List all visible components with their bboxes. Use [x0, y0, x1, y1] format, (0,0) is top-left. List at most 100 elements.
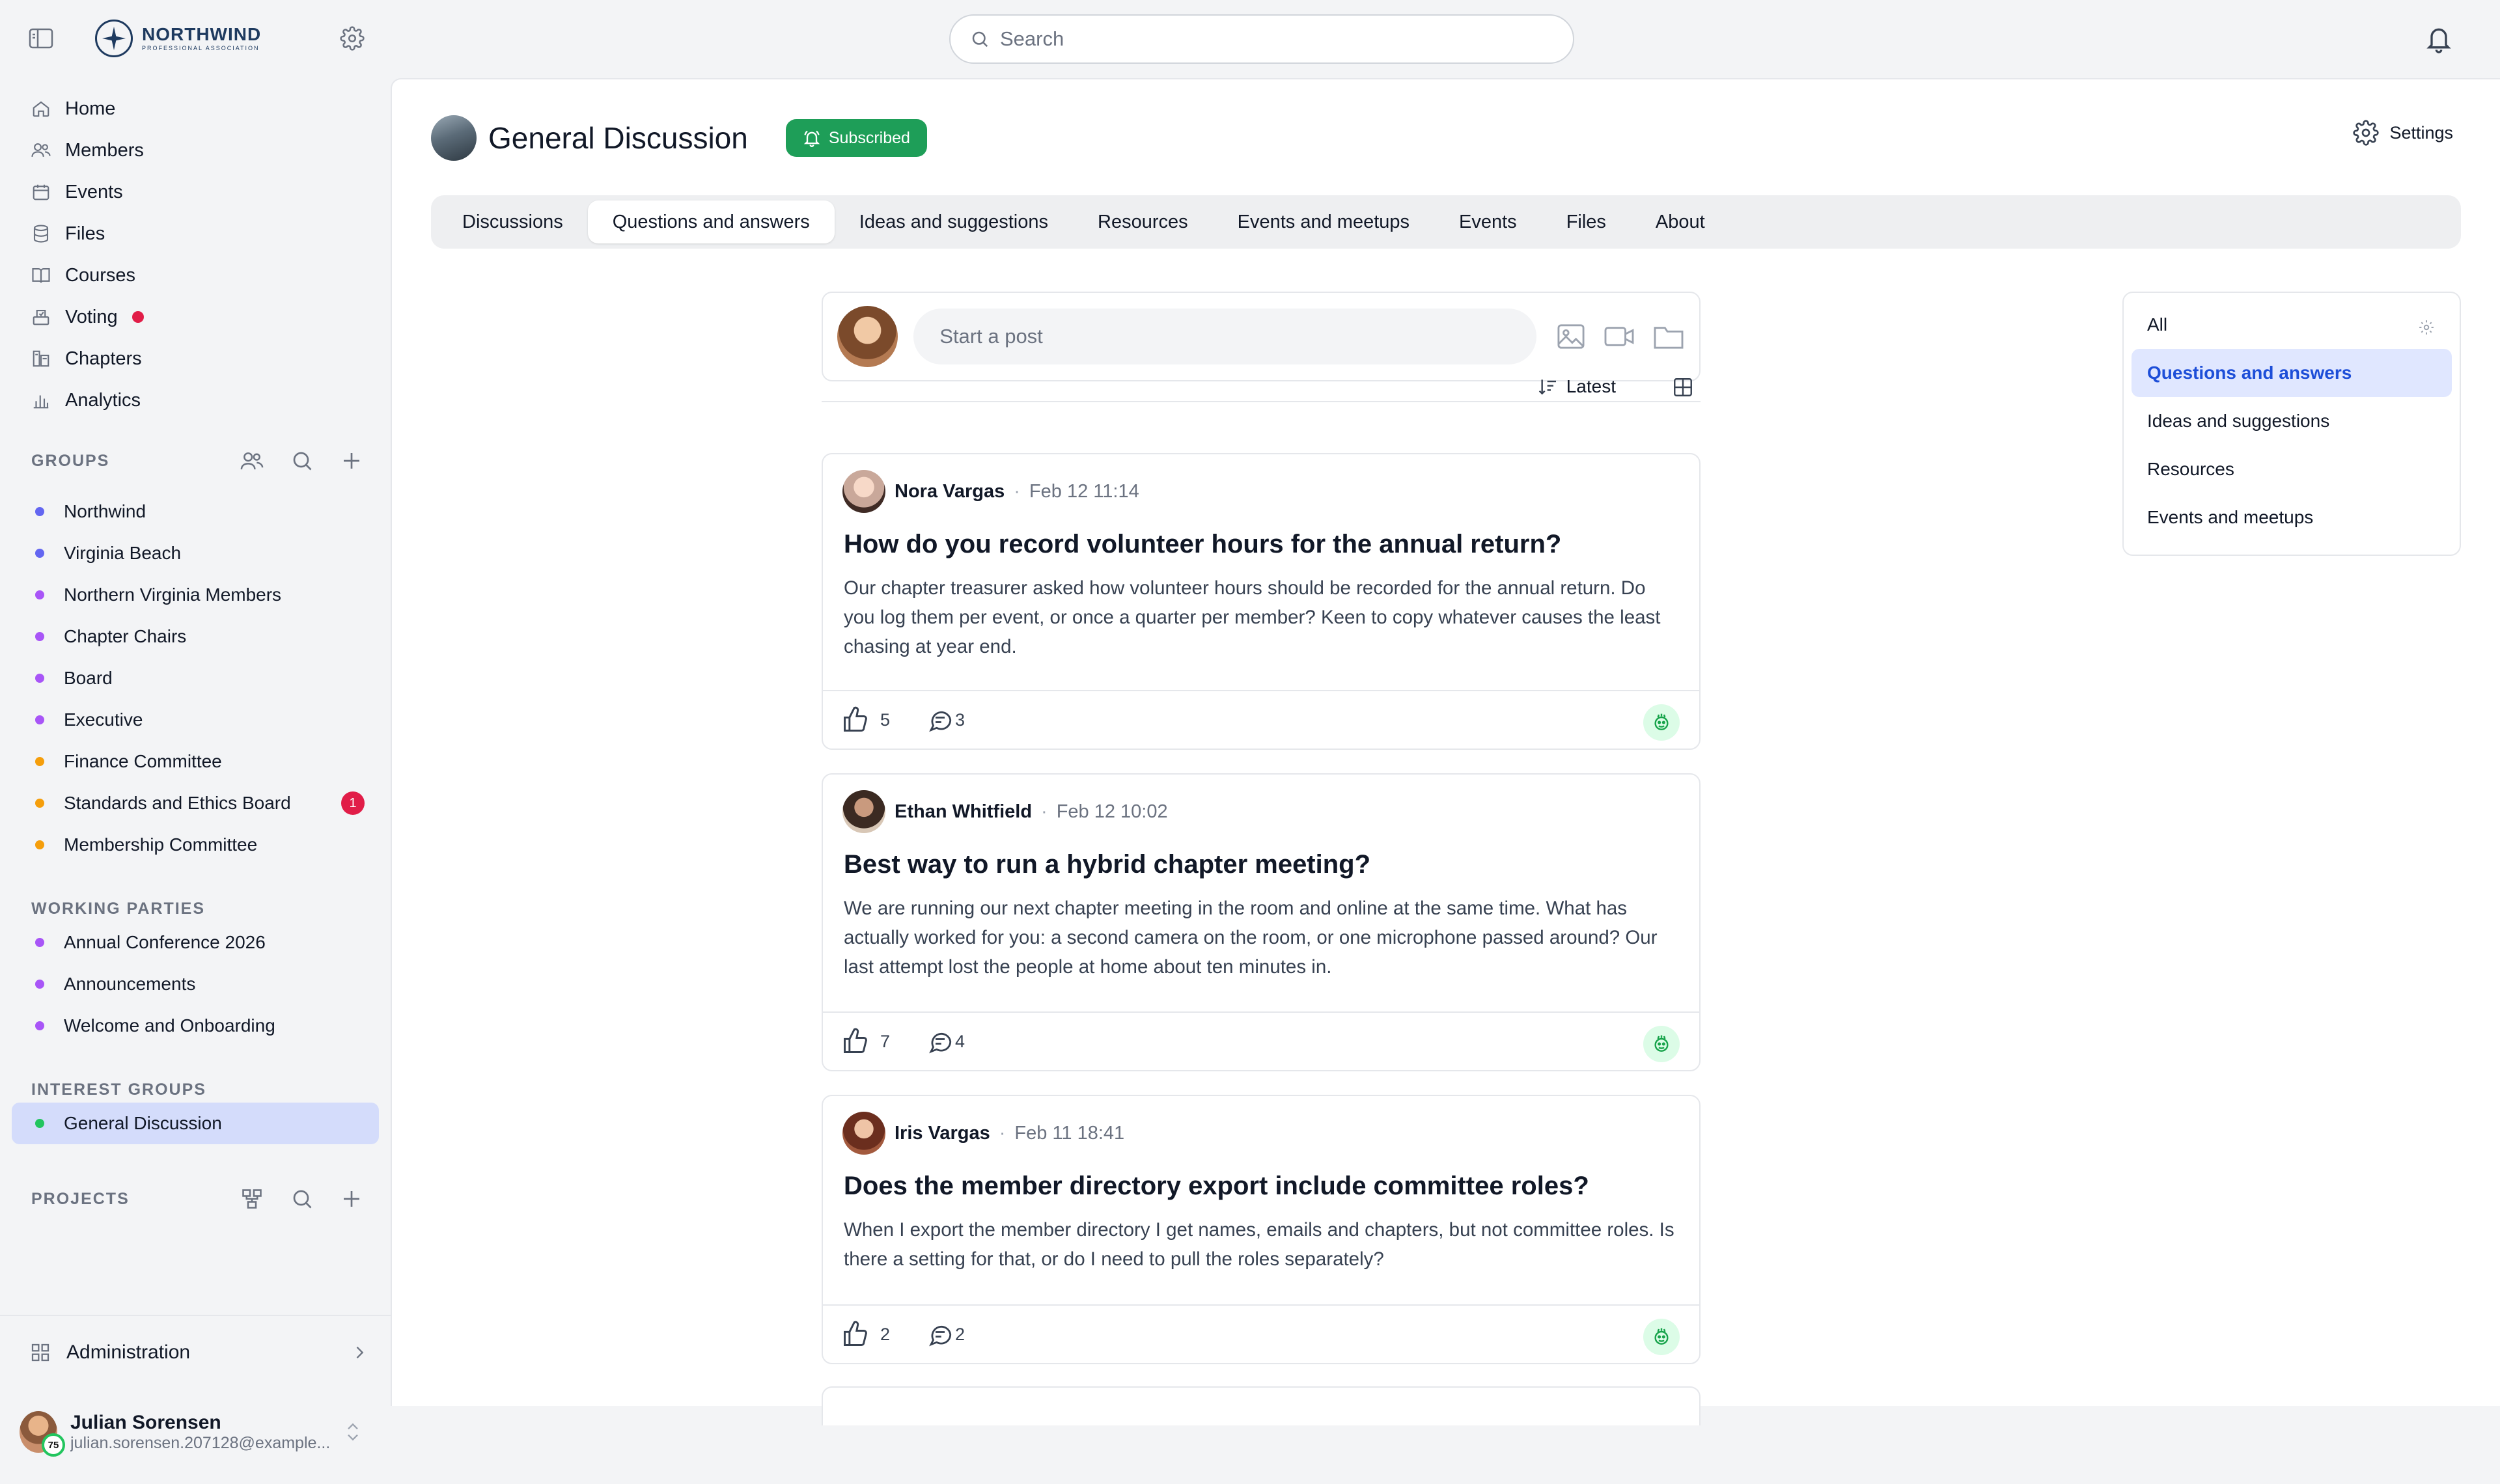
tab-events[interactable]: Events	[1434, 200, 1542, 243]
nav-label: Events	[65, 181, 123, 202]
start-post-input[interactable]: Start a post	[913, 309, 1536, 364]
top-bar: NORTHWIND PROFESSIONAL ASSOCIATION	[0, 0, 2500, 78]
group-item[interactable]: Finance Committee	[12, 741, 379, 782]
group-members-icon[interactable]	[240, 449, 264, 473]
administration-link[interactable]: Administration	[30, 1329, 368, 1376]
post-author[interactable]: Ethan Whitfield	[895, 801, 1032, 823]
notification-bell-icon[interactable]	[2424, 23, 2453, 55]
layout-grid-icon[interactable]	[1672, 376, 1694, 398]
group-item[interactable]: Standards and Ethics Board 1	[12, 782, 379, 824]
project-hierarchy-icon[interactable]	[240, 1187, 264, 1211]
user-menu[interactable]: 75 Julian Sorensen julian.sorensen.20712…	[20, 1399, 371, 1464]
group-item[interactable]: Executive	[12, 699, 379, 741]
post-card[interactable]: Nora Vargas · Feb 12 11:14 How do you re…	[822, 453, 1701, 750]
user-email: julian.sorensen.207128@example....	[70, 1433, 331, 1452]
folder-icon[interactable]	[1652, 323, 1685, 350]
group-item[interactable]: Announcements	[12, 963, 379, 1005]
thumbs-up-icon[interactable]	[841, 1027, 870, 1056]
nav-item-chapters[interactable]: Chapters	[0, 338, 391, 379]
image-icon[interactable]	[1556, 323, 1586, 350]
logo[interactable]: NORTHWIND PROFESSIONAL ASSOCIATION	[95, 20, 261, 57]
filter-label: All	[2147, 314, 2168, 335]
group-item[interactable]: Northwind	[12, 491, 379, 532]
nav-item-events[interactable]: Events	[0, 171, 391, 213]
post-author[interactable]: Nora Vargas	[895, 481, 1005, 502]
filter-item-questions-and-answers[interactable]: Questions and answers	[2132, 349, 2452, 397]
group-item[interactable]: Northern Virginia Members	[12, 574, 379, 616]
post-title[interactable]: How do you record volunteer hours for th…	[823, 513, 1699, 559]
subscribed-button[interactable]: Subscribed	[785, 119, 927, 157]
post-body: When I export the member directory I get…	[844, 1219, 1674, 1270]
tab-questions-and-answers[interactable]: Questions and answers	[587, 200, 835, 243]
add-group-icon[interactable]	[340, 449, 363, 473]
nav-label: Voting	[65, 306, 118, 327]
chevron-right-icon	[350, 1343, 368, 1362]
video-icon[interactable]	[1603, 323, 1635, 350]
search-projects-icon[interactable]	[290, 1187, 314, 1211]
sidebar-toggle-icon[interactable]	[29, 27, 53, 49]
filter-item-ideas-and-suggestions[interactable]: Ideas and suggestions	[2132, 397, 2452, 445]
comment-icon[interactable]	[926, 706, 954, 734]
post-title[interactable]: Best way to run a hybrid chapter meeting…	[823, 833, 1699, 879]
post-actions: 2 2	[823, 1304, 1699, 1363]
group-label: Announcements	[64, 974, 196, 994]
tab-about[interactable]: About	[1631, 200, 1730, 243]
group-item[interactable]: Membership Committee	[12, 824, 379, 866]
tab-events-and-meetups[interactable]: Events and meetups	[1213, 200, 1434, 243]
nav-item-members[interactable]: Members	[0, 130, 391, 171]
nav-item-home[interactable]: Home	[0, 88, 391, 130]
nav-item-courses[interactable]: Courses	[0, 254, 391, 296]
group-label: Finance Committee	[64, 751, 222, 771]
post-time: Feb 12 10:02	[1056, 801, 1168, 822]
search-input[interactable]	[1000, 27, 1521, 51]
sort-icon	[1538, 376, 1559, 397]
filter-label: Questions and answers	[2147, 363, 2352, 383]
post-card[interactable]	[822, 1386, 1701, 1425]
group-item[interactable]: Chapter Chairs	[12, 616, 379, 657]
group-color-dot	[35, 549, 44, 558]
comment-count: 2	[955, 1324, 965, 1344]
group-item[interactable]: Welcome and Onboarding	[12, 1005, 379, 1047]
ai-assistant-icon[interactable]	[1643, 1026, 1680, 1062]
filter-item-events-and-meetups[interactable]: Events and meetups	[2132, 493, 2452, 542]
gear-icon[interactable]	[2418, 319, 2435, 336]
comment-icon[interactable]	[926, 1028, 954, 1055]
avatar	[842, 790, 885, 833]
nav-item-files[interactable]: Files	[0, 213, 391, 254]
settings-button[interactable]: Settings	[2353, 120, 2453, 146]
chart-icon	[30, 389, 52, 411]
thumbs-up-icon[interactable]	[841, 706, 870, 734]
thumbs-up-icon[interactable]	[841, 1320, 870, 1349]
ai-assistant-icon[interactable]	[1643, 1319, 1680, 1355]
group-item[interactable]: Virginia Beach	[12, 532, 379, 574]
gear-icon[interactable]	[340, 26, 365, 51]
post-title[interactable]: Does the member directory export include…	[823, 1155, 1699, 1201]
filter-item-resources[interactable]: Resources	[2132, 445, 2452, 493]
group-item[interactable]: Board	[12, 657, 379, 699]
avatar	[837, 306, 898, 367]
like-count: 2	[880, 1324, 891, 1344]
nav-item-analytics[interactable]: Analytics	[0, 379, 391, 421]
ai-assistant-icon[interactable]	[1643, 704, 1680, 741]
projects-heading: PROJECTS	[31, 1190, 130, 1208]
filter-item-all[interactable]: All	[2132, 301, 2452, 349]
post-card[interactable]: Ethan Whitfield · Feb 12 10:02 Best way …	[822, 773, 1701, 1071]
comment-icon[interactable]	[926, 1321, 954, 1348]
group-color-dot	[35, 632, 44, 641]
add-project-icon[interactable]	[340, 1187, 363, 1211]
post-card[interactable]: Iris Vargas · Feb 11 18:41 Does the memb…	[822, 1095, 1701, 1364]
sort-dropdown[interactable]: Latest	[1538, 376, 1616, 397]
tab-discussions[interactable]: Discussions	[438, 200, 588, 243]
tab-ideas-and-suggestions[interactable]: Ideas and suggestions	[835, 200, 1073, 243]
group-color-dot	[35, 840, 44, 849]
group-item-active[interactable]: General Discussion	[12, 1103, 379, 1144]
nav-item-voting[interactable]: Voting	[0, 296, 391, 338]
search-bar[interactable]	[949, 14, 1574, 64]
tab-resources[interactable]: Resources	[1073, 200, 1213, 243]
post-author[interactable]: Iris Vargas	[895, 1123, 990, 1144]
group-item[interactable]: Annual Conference 2026	[12, 922, 379, 963]
like-count: 7	[880, 1031, 891, 1051]
search-groups-icon[interactable]	[290, 449, 314, 473]
group-color-dot	[35, 590, 44, 599]
tab-files[interactable]: Files	[1542, 200, 1631, 243]
